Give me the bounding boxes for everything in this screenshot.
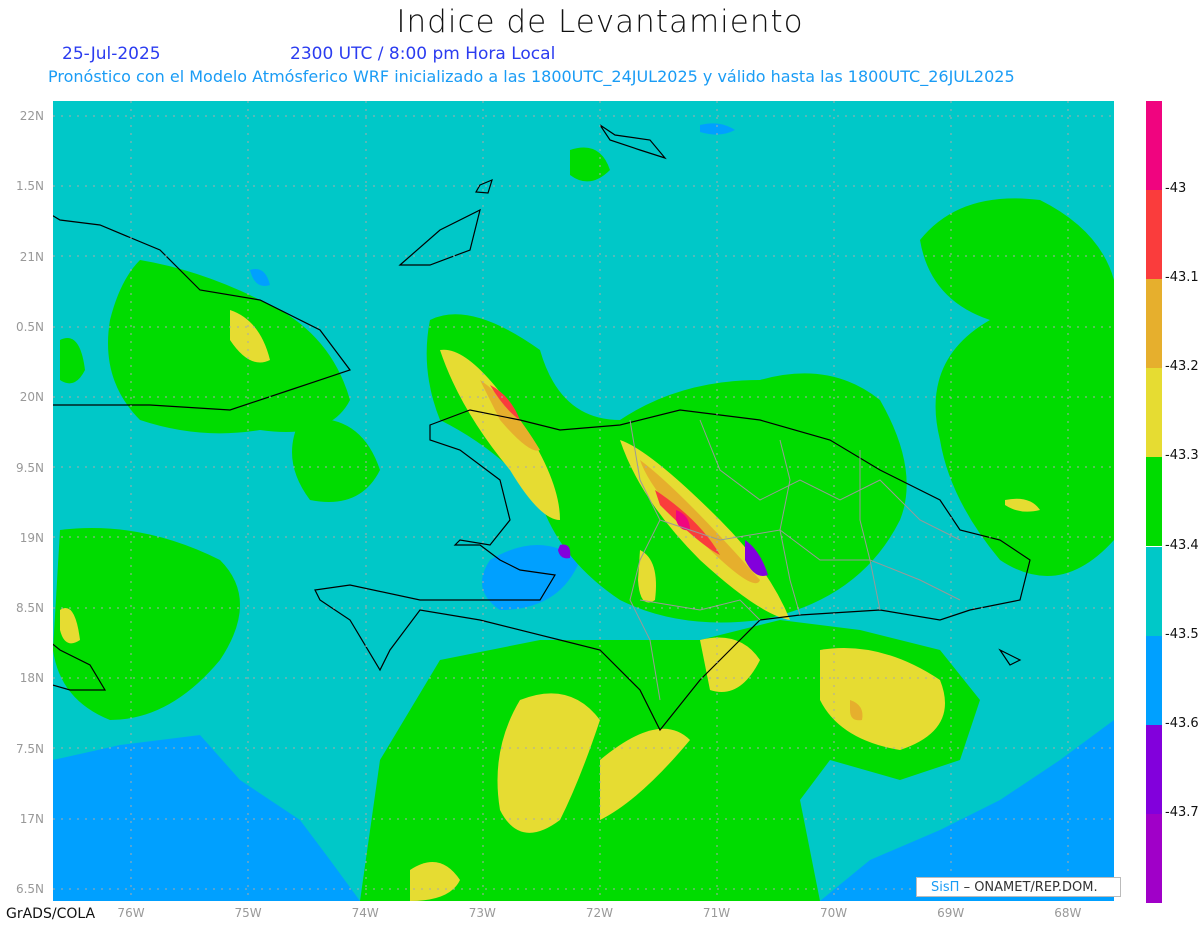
colorbar-segment <box>1146 635 1162 725</box>
colorbar-segment <box>1146 190 1162 280</box>
lon-label: 72W <box>585 906 613 920</box>
forecast-time: 2300 UTC / 8:00 pm Hora Local <box>290 44 556 64</box>
forecast-date: 25-Jul-2025 <box>62 44 161 64</box>
colorbar-segment <box>1146 279 1162 369</box>
sispi-logo: SisΠ <box>931 880 960 895</box>
colorbar-segment <box>1146 546 1162 636</box>
credit-box: SisΠ – ONAMET/REP.DOM. <box>916 877 1121 897</box>
grads-label: GrADS/COLA <box>6 906 96 922</box>
colorbar-label: -43.6 <box>1165 715 1199 731</box>
lat-label: 0.5N <box>15 319 44 334</box>
lon-label: 74W <box>351 906 379 920</box>
colorbar-label: -43.1 <box>1165 270 1199 286</box>
lat-label: 7.5N <box>15 741 44 756</box>
lon-label: 69W <box>937 906 965 920</box>
colorbar-segment <box>1146 457 1162 547</box>
lat-label: 20N <box>19 390 44 405</box>
colorbar-segment <box>1146 101 1162 191</box>
colorbar-segment <box>1146 368 1162 458</box>
lat-label: 6.5N <box>15 882 44 897</box>
lat-label: 19N <box>19 530 44 545</box>
lat-label: 18N <box>19 671 44 686</box>
colorbar-label: -43.5 <box>1165 626 1199 642</box>
lat-label: 21N <box>19 249 44 264</box>
map-title: Indice de Levantamiento <box>396 4 804 40</box>
lat-label: 9.5N <box>15 460 44 475</box>
colorbar-label: -43.7 <box>1165 804 1199 820</box>
model-subtitle: Pronóstico con el Modelo Atmósferico WRF… <box>48 67 1015 86</box>
lat-label: 22N <box>19 109 44 123</box>
lon-label: 76W <box>117 906 145 920</box>
lon-label: 70W <box>820 906 848 920</box>
colorbar-label: -43.4 <box>1165 537 1199 553</box>
colorbar-segment <box>1146 724 1162 814</box>
map-plot <box>53 101 1114 901</box>
lon-label: 71W <box>702 906 731 920</box>
colorbar-label: -43 <box>1165 181 1187 197</box>
lat-label: 17N <box>19 812 44 826</box>
lon-label: 75W <box>234 906 262 920</box>
colorbar-segment <box>1146 813 1162 903</box>
lat-label: 8.5N <box>15 601 44 616</box>
lat-label: 1.5N <box>15 179 44 194</box>
credit-text: – ONAMET/REP.DOM. <box>963 880 1098 895</box>
colorbar-label: -43.3 <box>1165 448 1199 464</box>
lon-label: 68W <box>1054 906 1082 920</box>
lon-label: 73W <box>468 906 496 920</box>
colorbar-label: -43.2 <box>1165 359 1199 375</box>
